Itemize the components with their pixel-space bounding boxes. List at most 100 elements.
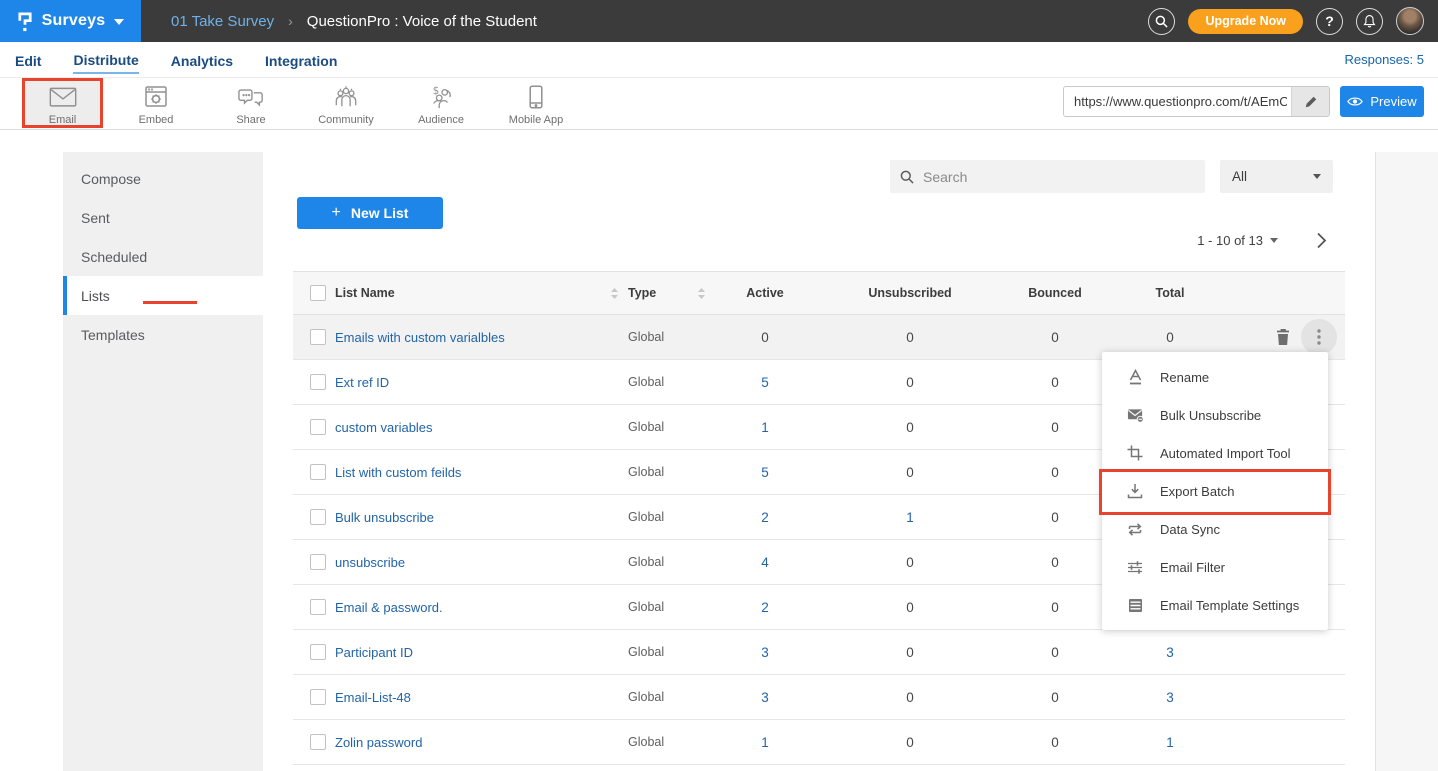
unsubscribed-count: 0	[906, 555, 914, 570]
list-name-link[interactable]: Participant ID	[335, 645, 413, 660]
row-more-options-button[interactable]	[1301, 319, 1337, 355]
envelope-icon	[49, 83, 77, 109]
preview-button[interactable]: Preview	[1340, 86, 1424, 117]
sort-icon[interactable]	[611, 288, 618, 299]
row-checkbox[interactable]	[310, 734, 326, 750]
row-checkbox[interactable]	[310, 329, 326, 345]
plus-icon: +	[332, 204, 341, 222]
bounced-count: 0	[1051, 375, 1059, 390]
new-list-button[interactable]: + New List	[297, 197, 443, 229]
breadcrumb-parent[interactable]: 01 Take Survey	[171, 13, 274, 30]
tab-distribute[interactable]: Distribute	[73, 46, 138, 74]
tab-edit[interactable]: Edit	[15, 47, 41, 73]
menu-item-email-filter[interactable]: Email Filter	[1102, 548, 1328, 586]
row-checkbox[interactable]	[310, 509, 326, 525]
unsubscribed-count: 1	[906, 510, 914, 525]
list-name-link[interactable]: Ext ref ID	[335, 375, 389, 390]
menu-item-export-batch[interactable]: Export Batch	[1102, 472, 1328, 510]
active-count: 0	[761, 330, 769, 345]
menu-item-label: Email Filter	[1160, 560, 1225, 575]
sort-icon[interactable]	[698, 288, 705, 299]
bounced-count: 0	[1051, 690, 1059, 705]
list-name-link[interactable]: Emails with custom varialbles	[335, 330, 505, 345]
questionpro-logo-icon	[17, 11, 33, 32]
list-name-link[interactable]: Zolin password	[335, 735, 422, 750]
active-count: 3	[761, 645, 769, 660]
toolbar-item-share[interactable]: Share	[211, 80, 291, 128]
sidebar-item-scheduled[interactable]: Scheduled	[63, 237, 263, 276]
toolbar-item-label: Community	[318, 114, 374, 126]
table-row[interactable]: Participant IDGlobal3003	[293, 630, 1345, 675]
notifications-bell-icon[interactable]	[1356, 8, 1383, 35]
surveys-menu[interactable]: Surveys	[0, 0, 141, 42]
row-checkbox[interactable]	[310, 554, 326, 570]
list-name-link[interactable]: Bulk unsubscribe	[335, 510, 434, 525]
toolbar-item-email[interactable]: Email	[22, 80, 103, 128]
toolbar-item-embed[interactable]: Embed	[116, 80, 196, 128]
bounced-count: 0	[1051, 330, 1059, 345]
pagination-range-dropdown[interactable]: 1 - 10 of 13	[1197, 233, 1278, 248]
next-page-button[interactable]	[1316, 232, 1327, 249]
delete-list-button[interactable]	[1271, 328, 1295, 346]
chevron-down-icon	[1313, 174, 1321, 179]
table-row[interactable]: Zolin passwordGlobal1001	[293, 720, 1345, 765]
col-unsubscribed: Unsubscribed	[868, 286, 951, 300]
unsubscribed-count: 0	[906, 330, 914, 345]
unsubscribed-count: 0	[906, 735, 914, 750]
list-type: Global	[628, 690, 664, 704]
toolbar-item-label: Mobile App	[509, 114, 563, 126]
menu-item-data-sync[interactable]: Data Sync	[1102, 510, 1328, 548]
survey-url-input[interactable]	[1064, 87, 1291, 116]
row-checkbox[interactable]	[310, 374, 326, 390]
unsubscribed-count: 0	[906, 465, 914, 480]
list-name-link[interactable]: List with custom feilds	[335, 465, 461, 480]
row-checkbox[interactable]	[310, 599, 326, 615]
toolbar-item-community[interactable]: Community	[306, 80, 386, 128]
list-name-link[interactable]: custom variables	[335, 420, 433, 435]
edit-url-pencil-icon[interactable]	[1291, 87, 1329, 116]
menu-item-rename[interactable]: Rename	[1102, 358, 1328, 396]
responses-count[interactable]: Responses: 5	[1345, 52, 1425, 67]
tab-analytics[interactable]: Analytics	[171, 47, 233, 73]
table-row[interactable]: Email-List-48Global3003	[293, 675, 1345, 720]
sidebar-item-compose[interactable]: Compose	[63, 159, 263, 198]
search-input[interactable]	[923, 169, 1195, 185]
toolbar-item-audience[interactable]: $ Audience	[401, 80, 481, 128]
share-icon	[238, 83, 264, 109]
tab-integration[interactable]: Integration	[265, 47, 337, 73]
breadcrumb-separator-icon: ›	[288, 13, 293, 29]
sidebar-item-templates[interactable]: Templates	[63, 315, 263, 354]
page-title: QuestionPro : Voice of the Student	[307, 13, 537, 30]
help-icon[interactable]: ?	[1316, 8, 1343, 35]
table-header-row: List Name Type Active Unsubscribed Bounc…	[293, 271, 1345, 315]
active-count: 2	[761, 510, 769, 525]
kebab-menu-icon	[1317, 329, 1321, 345]
sidebar-item-lists[interactable]: Lists	[63, 276, 263, 315]
menu-item-bulk-unsubscribe[interactable]: Bulk Unsubscribe	[1102, 396, 1328, 434]
audience-icon: $	[428, 83, 455, 109]
bounced-count: 0	[1051, 645, 1059, 660]
list-name-link[interactable]: unsubscribe	[335, 555, 405, 570]
list-type: Global	[628, 645, 664, 659]
menu-item-automated-import-tool[interactable]: Automated Import Tool	[1102, 434, 1328, 472]
row-checkbox[interactable]	[310, 644, 326, 660]
list-type: Global	[628, 375, 664, 389]
distribute-toolbar: Email Embed Share Community $ Audience	[0, 78, 1438, 130]
list-type: Global	[628, 330, 664, 344]
list-name-link[interactable]: Email & password.	[335, 600, 443, 615]
menu-item-email-template-settings[interactable]: Email Template Settings	[1102, 586, 1328, 624]
list-name-link[interactable]: Email-List-48	[335, 690, 411, 705]
upgrade-now-button[interactable]: Upgrade Now	[1188, 9, 1303, 34]
menu-item-label: Export Batch	[1160, 484, 1234, 499]
row-checkbox[interactable]	[310, 419, 326, 435]
list-filter-dropdown[interactable]: All	[1220, 160, 1333, 193]
user-avatar[interactable]	[1396, 7, 1424, 35]
sidebar-item-sent[interactable]: Sent	[63, 198, 263, 237]
row-checkbox[interactable]	[310, 464, 326, 480]
select-all-checkbox[interactable]	[310, 285, 326, 301]
row-checkbox[interactable]	[310, 689, 326, 705]
search-icon[interactable]	[1148, 8, 1175, 35]
toolbar-item-mobile-app[interactable]: Mobile App	[496, 80, 576, 128]
unsubscribed-count: 0	[906, 600, 914, 615]
col-active: Active	[746, 286, 784, 300]
